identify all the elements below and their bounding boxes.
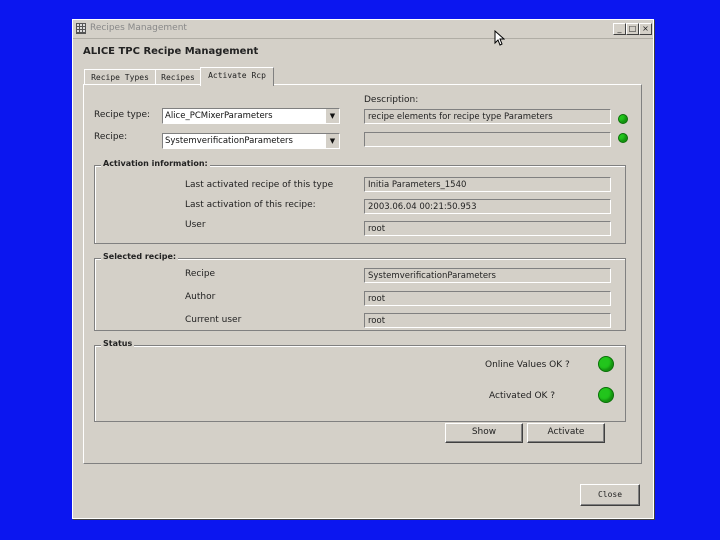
author-label: Author xyxy=(185,292,216,302)
status-group: Status Online Values OK ? Activated OK ? xyxy=(94,339,626,422)
tab-recipes[interactable]: Recipes xyxy=(155,69,201,85)
chevron-down-icon[interactable]: ▼ xyxy=(325,134,339,148)
recipe-dropdown[interactable]: SystemverificationParameters ▼ xyxy=(162,133,340,149)
minimize-icon[interactable]: _ xyxy=(613,23,626,35)
online-values-label: Online Values OK ? xyxy=(485,360,570,370)
show-button[interactable]: Show xyxy=(445,423,523,443)
last-activated-recipe-field[interactable]: Initia Parameters_1540 xyxy=(364,177,611,192)
activated-ok-label: Activated OK ? xyxy=(489,391,556,401)
title-bar[interactable]: Recipes Management _ □ × xyxy=(73,20,653,39)
chevron-down-icon[interactable]: ▼ xyxy=(325,109,339,123)
description-status-led xyxy=(618,114,628,124)
last-activated-recipe-label: Last activated recipe of this type xyxy=(185,180,334,190)
description-field-2[interactable] xyxy=(364,132,611,147)
author-field[interactable]: root xyxy=(364,291,611,306)
current-user-label: Current user xyxy=(185,315,242,325)
mouse-cursor-icon xyxy=(494,30,505,46)
close-icon[interactable]: × xyxy=(639,23,652,35)
user-label: User xyxy=(185,220,206,230)
tab-recipe-types[interactable]: Recipe Types xyxy=(84,69,156,85)
activation-information-title: Activation information: xyxy=(101,159,210,168)
description-field[interactable]: recipe elements for recipe type Paramete… xyxy=(364,109,611,124)
activation-information-group: Activation information: Last activated r… xyxy=(94,159,626,244)
selected-recipe-group: Selected recipe: Recipe Systemverificati… xyxy=(94,252,626,331)
selected-recipe-title: Selected recipe: xyxy=(101,252,179,261)
status-title: Status xyxy=(101,339,135,348)
online-values-led xyxy=(598,356,614,372)
recipe-type-value: Alice_PCMixerParameters xyxy=(165,111,273,121)
tab-activate-rcp[interactable]: Activate Rcp xyxy=(200,67,274,86)
selected-recipe-label: Recipe xyxy=(185,269,216,279)
recipe-value: SystemverificationParameters xyxy=(165,136,293,146)
recipe-label: Recipe: xyxy=(94,132,128,142)
recipe-status-led xyxy=(618,133,628,143)
selected-recipe-field[interactable]: SystemverificationParameters xyxy=(364,268,611,283)
window-title: Recipes Management xyxy=(90,23,187,33)
last-activation-label: Last activation of this recipe: xyxy=(185,200,316,210)
last-activation-field[interactable]: 2003.06.04 00:21:50.953 xyxy=(364,199,611,214)
maximize-icon[interactable]: □ xyxy=(626,23,639,35)
activated-ok-led xyxy=(598,387,614,403)
app-icon xyxy=(76,23,86,34)
activate-button[interactable]: Activate xyxy=(527,423,605,443)
app-heading: ALICE TPC Recipe Management xyxy=(83,46,259,57)
description-label: Description: xyxy=(364,95,419,105)
recipes-management-window: Recipes Management _ □ × ALICE TPC Recip… xyxy=(72,19,654,519)
recipe-type-label: Recipe type: xyxy=(94,110,151,120)
close-button[interactable]: Close xyxy=(580,484,640,506)
activate-panel: Recipe type: Alice_PCMixerParameters ▼ R… xyxy=(83,84,642,464)
current-user-field[interactable]: root xyxy=(364,313,611,328)
user-field[interactable]: root xyxy=(364,221,611,236)
recipe-type-dropdown[interactable]: Alice_PCMixerParameters ▼ xyxy=(162,108,340,124)
